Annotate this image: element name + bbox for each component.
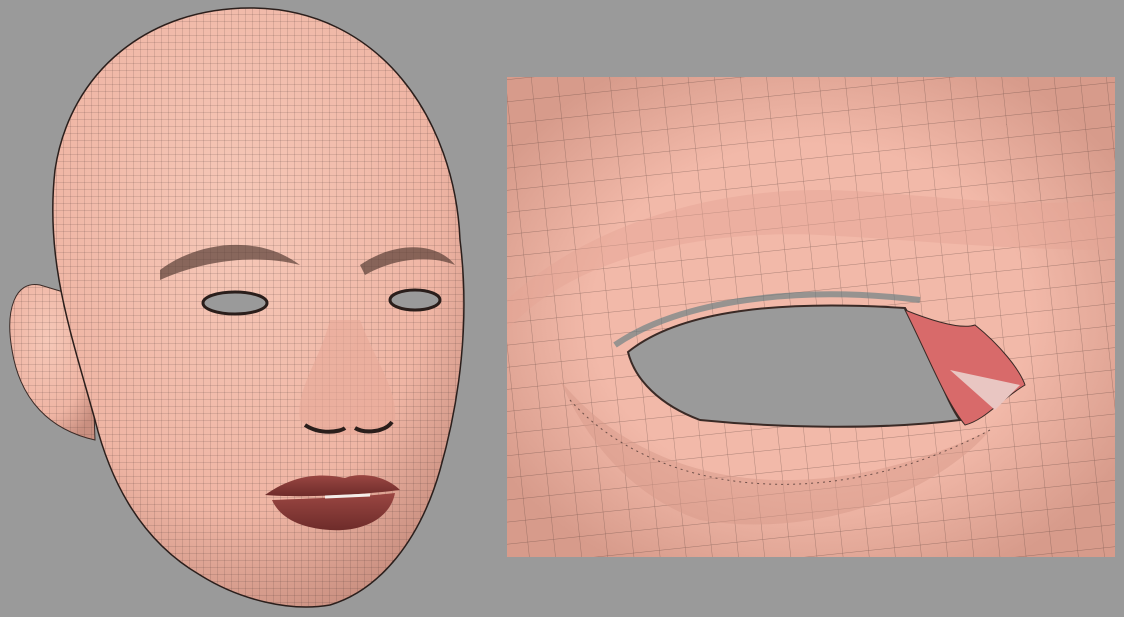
right-eye-hole xyxy=(388,288,442,312)
eye-closeup-render xyxy=(507,77,1115,557)
head-mesh-render xyxy=(9,7,465,608)
render-canvas xyxy=(9,7,1115,608)
left-eye-hole xyxy=(201,290,269,316)
teeth xyxy=(324,493,371,499)
